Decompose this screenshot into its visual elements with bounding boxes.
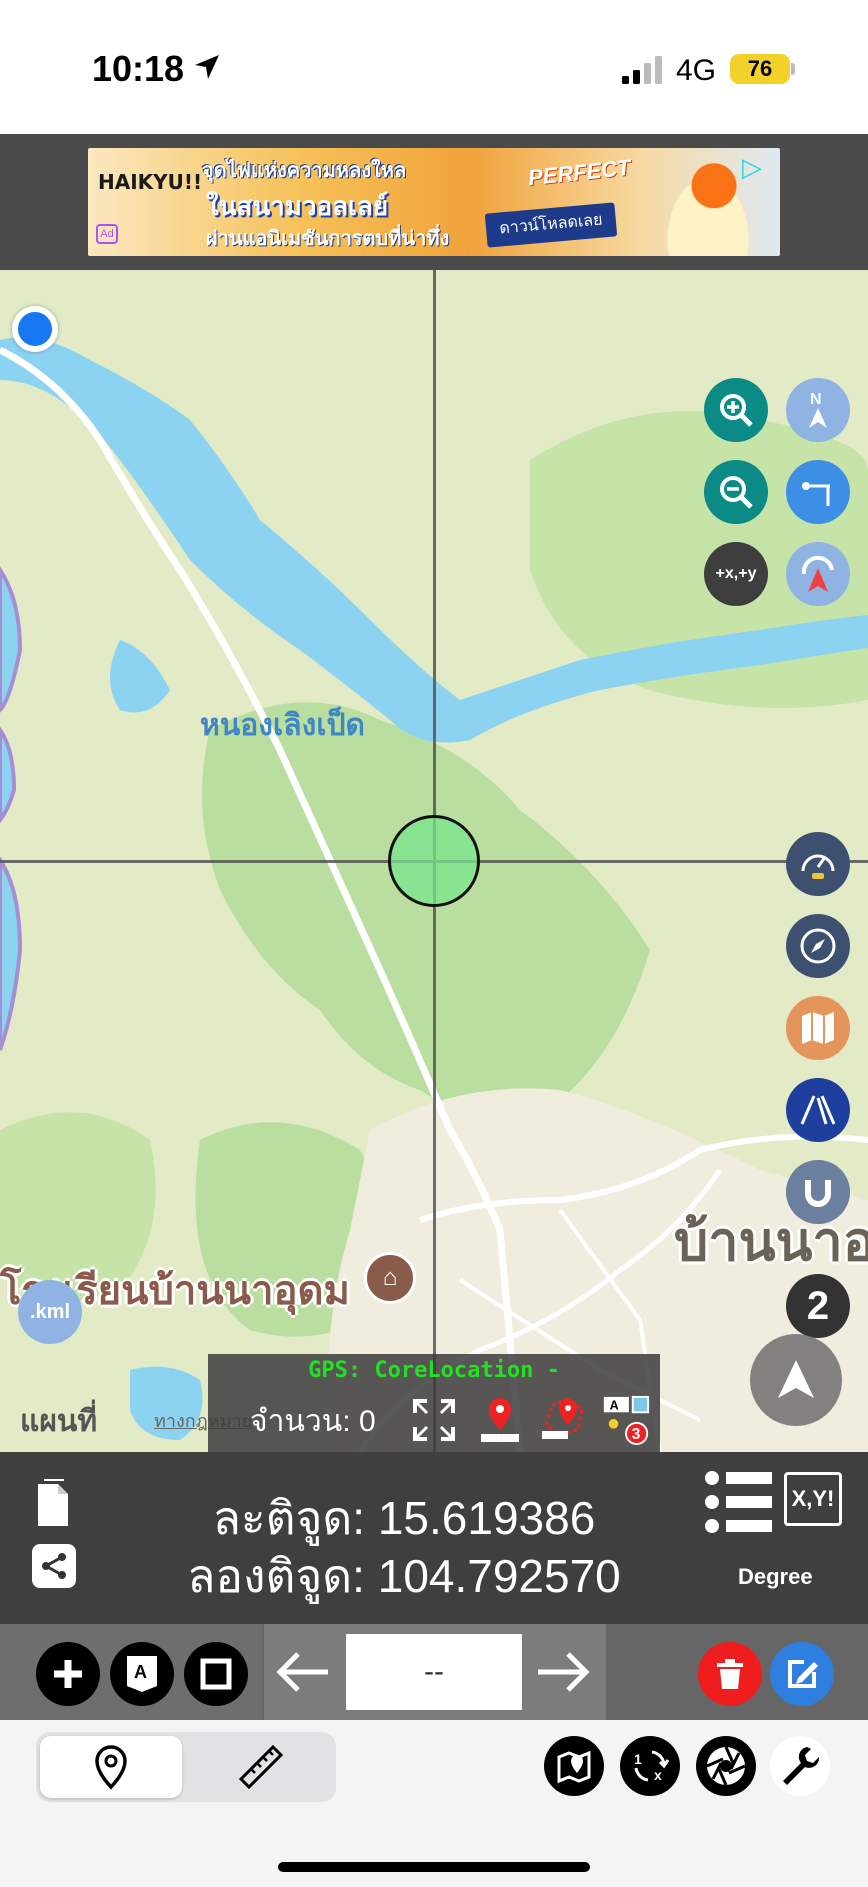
current-location-dot[interactable]	[12, 306, 58, 352]
ad-tagline: ผ่านแอนิเมชันการตบที่น่าทึ่ง	[206, 228, 450, 250]
battery-tip	[791, 63, 795, 75]
map-marker-button[interactable]	[544, 1736, 604, 1796]
fullscreen-button[interactable]	[408, 1394, 460, 1446]
map-marker-icon	[557, 1750, 591, 1784]
magnet-snap-button[interactable]	[786, 1160, 850, 1224]
delete-button[interactable]	[698, 1642, 762, 1706]
heading-arrow-icon	[801, 555, 834, 592]
svg-text:1: 1	[634, 1751, 642, 1767]
status-bar: 10:18 4G 76	[0, 0, 868, 134]
map-pin-add-icon	[481, 1398, 519, 1442]
trash-icon	[717, 1659, 743, 1689]
map-pin-icon	[95, 1745, 127, 1790]
coordinate-panel: ละติจูด: 15.619386 ลองติจูด: 104.792570 …	[0, 1452, 868, 1624]
home-indicator	[278, 1862, 590, 1872]
speedometer-button[interactable]	[786, 832, 850, 896]
add-pin-button[interactable]	[474, 1394, 526, 1446]
area-button[interactable]	[184, 1642, 248, 1706]
wrench-icon	[783, 1747, 820, 1785]
gps-panel: GPS: CoreLocation - จำนวน: 0 A3	[208, 1354, 660, 1452]
map-pin-remove-icon	[542, 1397, 584, 1439]
speedometer-icon	[801, 854, 835, 879]
square-icon	[200, 1658, 232, 1690]
camera-button[interactable]	[696, 1736, 756, 1796]
zoom-out-icon	[720, 476, 753, 509]
arrow-right-icon	[538, 1652, 590, 1692]
add-button[interactable]	[36, 1642, 100, 1706]
edit-button[interactable]	[770, 1642, 834, 1706]
camera-shutter-icon	[706, 1746, 746, 1786]
swap-button[interactable]: 1x	[620, 1736, 680, 1796]
ad-perfect-text: PERFECT	[526, 154, 632, 191]
zoom-out-button[interactable]	[704, 460, 768, 524]
ad-badge: Ad	[96, 224, 118, 244]
unit-label[interactable]: Degree	[738, 1564, 813, 1590]
remove-pin-button[interactable]	[538, 1394, 590, 1446]
compass-icon	[800, 928, 836, 964]
edit-icon	[788, 1660, 818, 1688]
ad-banner[interactable]: HAIKYU!! Ad จุดไฟแห่งความหลงใหล ในสนามวอ…	[88, 148, 780, 256]
svg-text:N: N	[810, 391, 822, 408]
map-view[interactable]: หนองเลิงเป็ด บ้านนาอ โรงเรียนบ้านนาอุดม …	[0, 270, 868, 1452]
swap-icon: 1x	[634, 1750, 670, 1783]
navigate-button[interactable]	[750, 1334, 842, 1426]
maps-attribution: แผนที่	[20, 1405, 98, 1438]
heading-button[interactable]	[786, 542, 850, 606]
navigation-arrow-icon	[778, 1360, 814, 1398]
previous-button[interactable]	[268, 1642, 338, 1702]
map-type-button[interactable]	[786, 996, 850, 1060]
kml-button[interactable]: .kml	[18, 1280, 82, 1344]
ad-subheadline: ในสนามวอลเลย์	[206, 191, 389, 221]
zoom-in-button[interactable]	[704, 378, 768, 442]
location-arrow-icon	[195, 55, 219, 79]
offset-button[interactable]: +x,+y	[704, 542, 768, 606]
north-up-button[interactable]: N	[786, 378, 850, 442]
svg-text:x: x	[654, 1767, 662, 1783]
page-field[interactable]: --	[346, 1634, 522, 1710]
text-image-layers-icon: A3	[603, 1395, 650, 1446]
arrow-left-icon	[276, 1652, 328, 1692]
mode-pin-tab[interactable]	[40, 1736, 182, 1798]
pin-flag-icon	[802, 482, 830, 506]
crosshair-target	[388, 815, 480, 907]
svg-text:A: A	[610, 1398, 619, 1412]
list-icon[interactable]	[704, 1470, 774, 1534]
folded-map-icon	[802, 1012, 834, 1044]
svg-text:A: A	[134, 1662, 147, 1682]
network-type: 4G	[676, 54, 717, 87]
xy-format-button[interactable]: X,Y!	[784, 1472, 842, 1526]
mode-segmented-control	[36, 1732, 336, 1802]
ad-headline: จุดไฟแห่งความหลงใหล	[202, 160, 407, 182]
map-label-pond: หนองเลิงเป็ด	[200, 709, 366, 742]
mode-measure-tab[interactable]	[190, 1736, 332, 1798]
ad-play-icon[interactable]: ▷	[742, 152, 770, 182]
bottom-bar: 1x	[0, 1720, 868, 1887]
ad-logo: HAIKYU!!	[98, 170, 203, 194]
plus-icon	[54, 1660, 82, 1688]
next-button[interactable]	[528, 1642, 598, 1702]
compass-north-icon: N	[809, 391, 827, 428]
school-poi-icon[interactable]: ⌂	[364, 1252, 416, 1304]
status-time: 10:18	[92, 48, 185, 89]
settings-button[interactable]	[770, 1736, 830, 1796]
ad-download-button[interactable]: ดาวน์โหลดเลย	[484, 202, 618, 248]
edit-toolbar: A --	[0, 1624, 868, 1720]
gps-status: GPS: CoreLocation -	[308, 1358, 560, 1383]
expand-icon	[413, 1399, 455, 1441]
text-tag-icon: A	[127, 1656, 157, 1692]
layer-badge-button[interactable]: A3	[600, 1394, 652, 1446]
battery-indicator: 76	[730, 54, 790, 84]
point-count: จำนวน: 0	[250, 1405, 376, 1438]
pin-tool-button[interactable]	[786, 460, 850, 524]
text-label-button[interactable]: A	[110, 1642, 174, 1706]
magnet-icon	[805, 1180, 831, 1207]
zoom-in-icon	[720, 394, 753, 427]
compass-button[interactable]	[786, 914, 850, 978]
cellular-signal-icon	[622, 56, 662, 84]
layer-count-badge[interactable]: 2	[786, 1274, 850, 1338]
ruler-icon	[238, 1744, 284, 1790]
road-button[interactable]	[786, 1078, 850, 1142]
svg-text:3: 3	[632, 1426, 641, 1443]
road-icon	[800, 1095, 836, 1125]
